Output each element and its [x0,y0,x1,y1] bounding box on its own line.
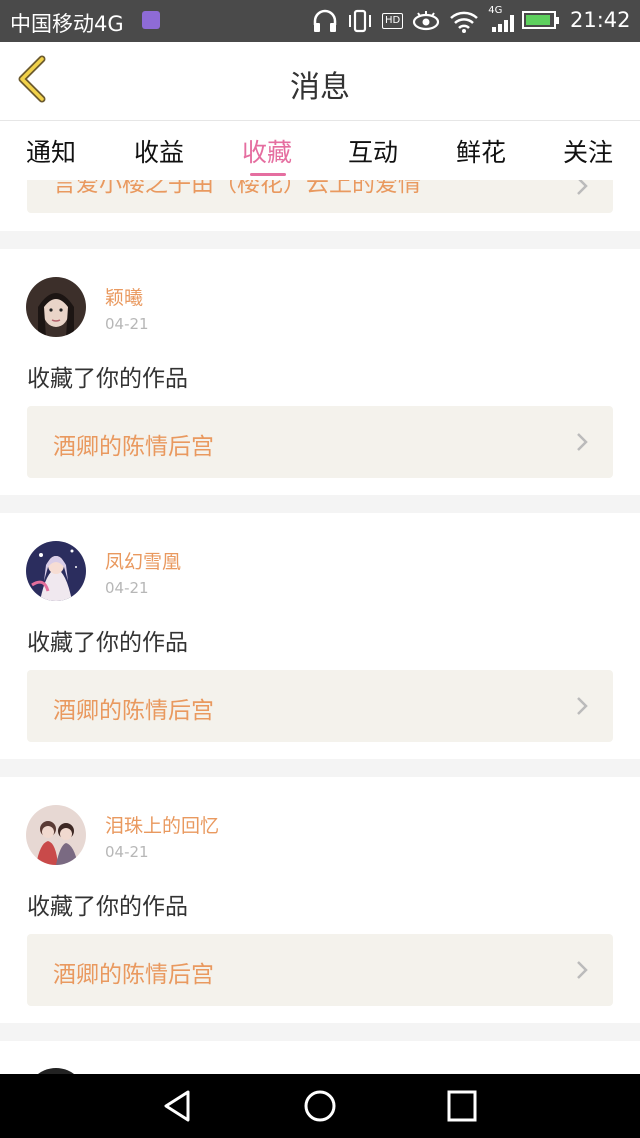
eye-comfort-icon [413,11,440,31]
work-link[interactable]: 酒卿的陈情后宫 [27,934,613,1006]
action-text: 收藏了你的作品 [27,366,188,392]
status-icons: HD 4G [312,5,518,34]
work-title: 酒卿的陈情后宫 [53,962,214,988]
timestamp: 04-21 [105,843,149,861]
action-text: 收藏了你的作品 [27,894,188,920]
tab-flowers[interactable]: 鲜花 [446,133,516,169]
status-bar: 中国移动4G HD 4G 21:42 [0,0,640,42]
tab-interactions[interactable]: 互动 [338,133,408,169]
work-title: 酒卿的陈情后宫 [53,698,214,724]
work-link[interactable]: 言爱小楼之子由（楼花）云上的爱情 [27,180,613,213]
tab-earnings[interactable]: 收益 [124,133,194,169]
page-title: 消息 [290,70,350,105]
list-item [0,1041,640,1074]
timestamp: 04-21 [105,315,149,333]
nav-back-button[interactable] [158,1088,198,1124]
list-item: 颖曦 04-21 收藏了你的作品 酒卿的陈情后宫 [0,249,640,495]
work-title: 言爱小楼之子由（楼花）云上的爱情 [53,180,421,197]
username-link[interactable]: 凤幻雪凰 [105,547,181,574]
vibrate-icon [349,9,371,33]
tab-follows[interactable]: 关注 [553,133,623,169]
list-item: 言爱小楼之子由（楼花）云上的爱情 [0,180,640,231]
battery-icon [522,11,559,29]
tab-favorites[interactable]: 收藏 [232,133,302,169]
chevron-right-icon [577,180,588,195]
nav-recents-button[interactable] [442,1088,482,1124]
chevron-right-icon [577,961,588,979]
avatar[interactable] [26,277,86,337]
signal-icon: 4G [488,5,518,33]
chevron-right-icon [577,433,588,451]
header: 消息 [0,42,640,120]
username-link[interactable]: 泪珠上的回忆 [105,811,219,838]
headphones-icon [313,9,337,32]
tab-notifications[interactable]: 通知 [16,133,86,169]
carrier-label: 中国移动4G [10,12,124,36]
message-feed[interactable]: 言爱小楼之子由（楼花）云上的爱情 颖曦 04-21 收藏了你的作品 酒卿的陈情后… [0,180,640,1074]
work-link[interactable]: 酒卿的陈情后宫 [27,406,613,478]
hd-icon: HD [382,13,404,29]
list-item: 泪珠上的回忆 04-21 收藏了你的作品 酒卿的陈情后宫 [0,777,640,1023]
work-link[interactable]: 酒卿的陈情后宫 [27,670,613,742]
timestamp: 04-21 [105,579,149,597]
work-title: 酒卿的陈情后宫 [53,434,214,460]
clock: 21:42 [570,8,631,32]
avatar[interactable] [26,541,86,601]
list-item: 凤幻雪凰 04-21 收藏了你的作品 酒卿的陈情后宫 [0,513,640,759]
wifi-icon [450,11,479,33]
active-tab-indicator [250,173,286,176]
nav-home-button[interactable] [300,1088,340,1124]
avatar[interactable] [26,805,86,865]
chevron-right-icon [577,697,588,715]
app-notification-icon [142,11,160,29]
tab-bar: 通知 收益 收藏 互动 鲜花 关注 [0,120,640,181]
system-navigation-bar [0,1074,640,1138]
action-text: 收藏了你的作品 [27,630,188,656]
username-link[interactable]: 颖曦 [105,283,143,310]
